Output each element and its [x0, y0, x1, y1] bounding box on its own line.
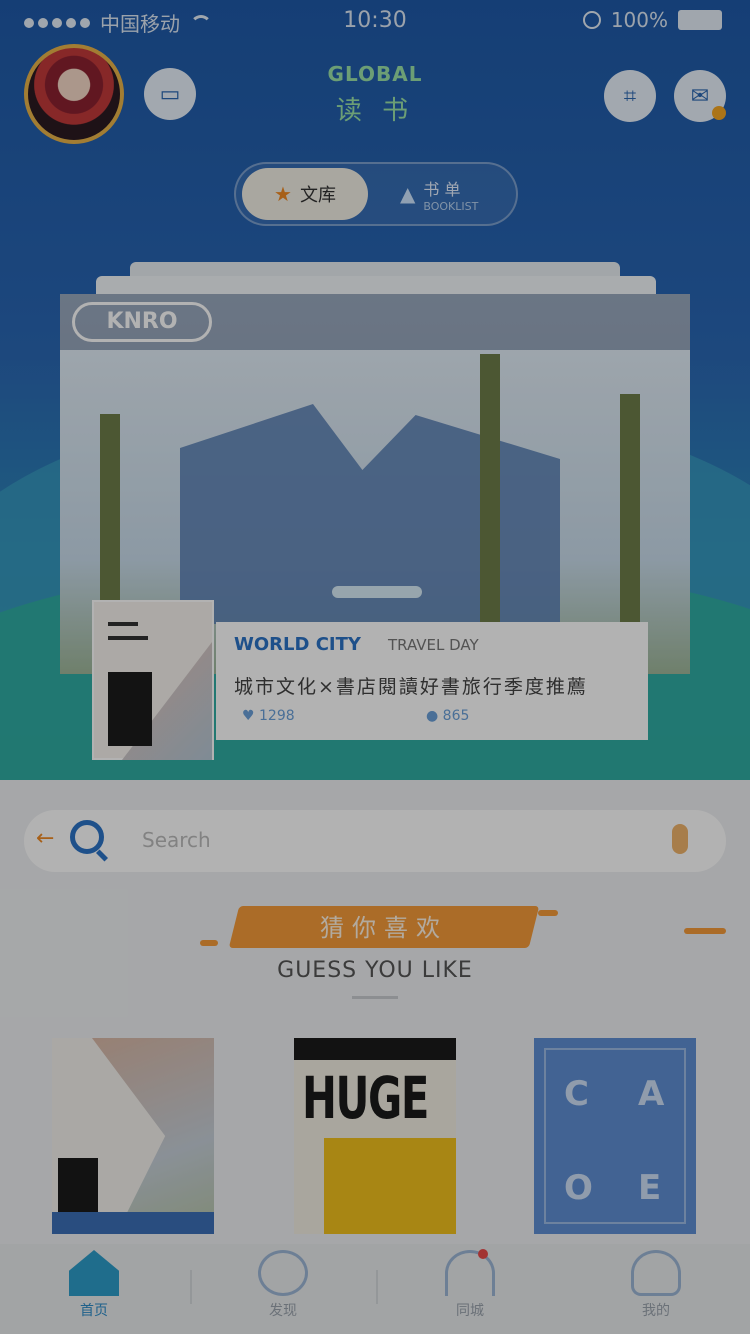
cover-letter: O — [564, 1168, 593, 1208]
feature-logo: KNRO — [72, 302, 212, 342]
section-title-cn: 猜你喜欢 — [320, 914, 448, 942]
feature-logo-bar: KNRO — [60, 294, 690, 350]
tab-discover-label: 发现 — [269, 1303, 297, 1319]
compass-icon — [258, 1250, 308, 1296]
tab-home[interactable]: 首页 — [34, 1250, 154, 1330]
tab-bar: 首页 发现 同城 我的 — [0, 1244, 750, 1334]
segment-booklist[interactable]: ▲ 书 单 BOOKLIST — [386, 168, 514, 220]
battery-icon — [678, 10, 722, 30]
feature-description: 城市文化×書店閱讀好書旅行季度推薦 — [234, 676, 588, 698]
cover-letter: A — [638, 1074, 665, 1114]
banner-decoration — [200, 940, 218, 946]
feature-meta-likes: ♥ 1298 — [242, 708, 295, 724]
segment-control: ★ 文库 ▲ 书 单 BOOKLIST — [234, 162, 518, 226]
segment-library-label: 文库 — [299, 185, 336, 206]
carousel-indicator — [332, 586, 422, 598]
scan-icon: ⌗ — [623, 83, 637, 109]
scan-button[interactable]: ⌗ — [604, 70, 656, 122]
segment-booklist-sub: BOOKLIST — [423, 199, 479, 213]
cover-graphic — [294, 1038, 456, 1060]
cover-graphic — [92, 1038, 214, 1234]
feature-subtitle: TRAVEL DAY — [388, 636, 479, 654]
book-card[interactable] — [52, 1038, 214, 1234]
likes-count: 1298 — [259, 708, 295, 724]
segment-library[interactable]: ★ 文库 — [242, 168, 368, 220]
cover-graphic — [108, 636, 148, 640]
user-icon — [631, 1250, 681, 1296]
tab-discover[interactable]: 发现 — [223, 1250, 343, 1330]
battery-label: 100% — [610, 8, 668, 32]
cover-graphic — [52, 1212, 214, 1234]
segment-booklist-label: 书 单 — [423, 179, 461, 199]
section-divider — [352, 996, 398, 999]
search-input[interactable]: Search — [142, 828, 211, 852]
banner-decoration — [684, 928, 726, 934]
tab-home-label: 首页 — [80, 1303, 108, 1319]
tab-mine-label: 我的 — [642, 1303, 670, 1319]
tab-divider — [190, 1270, 192, 1304]
cover-letter: E — [638, 1168, 662, 1208]
tab-divider — [376, 1270, 378, 1304]
search-icon — [70, 820, 104, 854]
star-icon: ★ — [274, 182, 292, 206]
book-icon: ▲ — [400, 182, 416, 206]
cover-letter: C — [564, 1074, 589, 1114]
content-section: ← Search 猜你喜欢 GUESS YOU LIKE HUGE C A O … — [0, 780, 750, 1250]
alarm-icon — [582, 11, 601, 29]
book-card[interactable]: C A O E — [534, 1038, 696, 1234]
search-bar[interactable]: ← Search — [24, 810, 726, 872]
book-cover-title: HUGE — [302, 1064, 429, 1132]
message-button[interactable]: ✉ — [674, 70, 726, 122]
notification-badge — [712, 106, 726, 120]
banner-decoration — [538, 910, 558, 916]
cover-graphic — [324, 1138, 456, 1234]
feature-title: WORLD CITY — [234, 634, 361, 655]
cover-graphic — [108, 672, 152, 746]
tab-mine[interactable]: 我的 — [596, 1250, 716, 1330]
feature-book-cover[interactable] — [92, 600, 214, 760]
status-bar: 中国移动 10:30 100% — [0, 0, 750, 40]
tab-local[interactable]: 同城 — [410, 1249, 530, 1330]
status-right: 100% — [582, 8, 722, 32]
message-icon: ✉ — [690, 83, 710, 109]
tab-local-label: 同城 — [456, 1303, 484, 1319]
location-icon — [445, 1249, 495, 1296]
home-icon — [69, 1250, 119, 1296]
feature-info-card[interactable]: WORLD CITY TRAVEL DAY 城市文化×書店閱讀好書旅行季度推薦 … — [216, 622, 648, 740]
arrow-left-icon: ← — [36, 826, 55, 851]
section-title-en: GUESS YOU LIKE — [277, 958, 473, 983]
comments-count: 865 — [442, 708, 470, 724]
hero-section: 中国移动 10:30 100% ▭ GLOBAL 读 书 ⌗ ✉ ★ 文库 ▲ … — [0, 0, 750, 780]
microphone-icon[interactable] — [672, 824, 688, 854]
feature-meta-comments: ● 865 — [426, 708, 470, 724]
cover-graphic — [108, 622, 138, 626]
book-card[interactable]: HUGE — [294, 1038, 456, 1234]
